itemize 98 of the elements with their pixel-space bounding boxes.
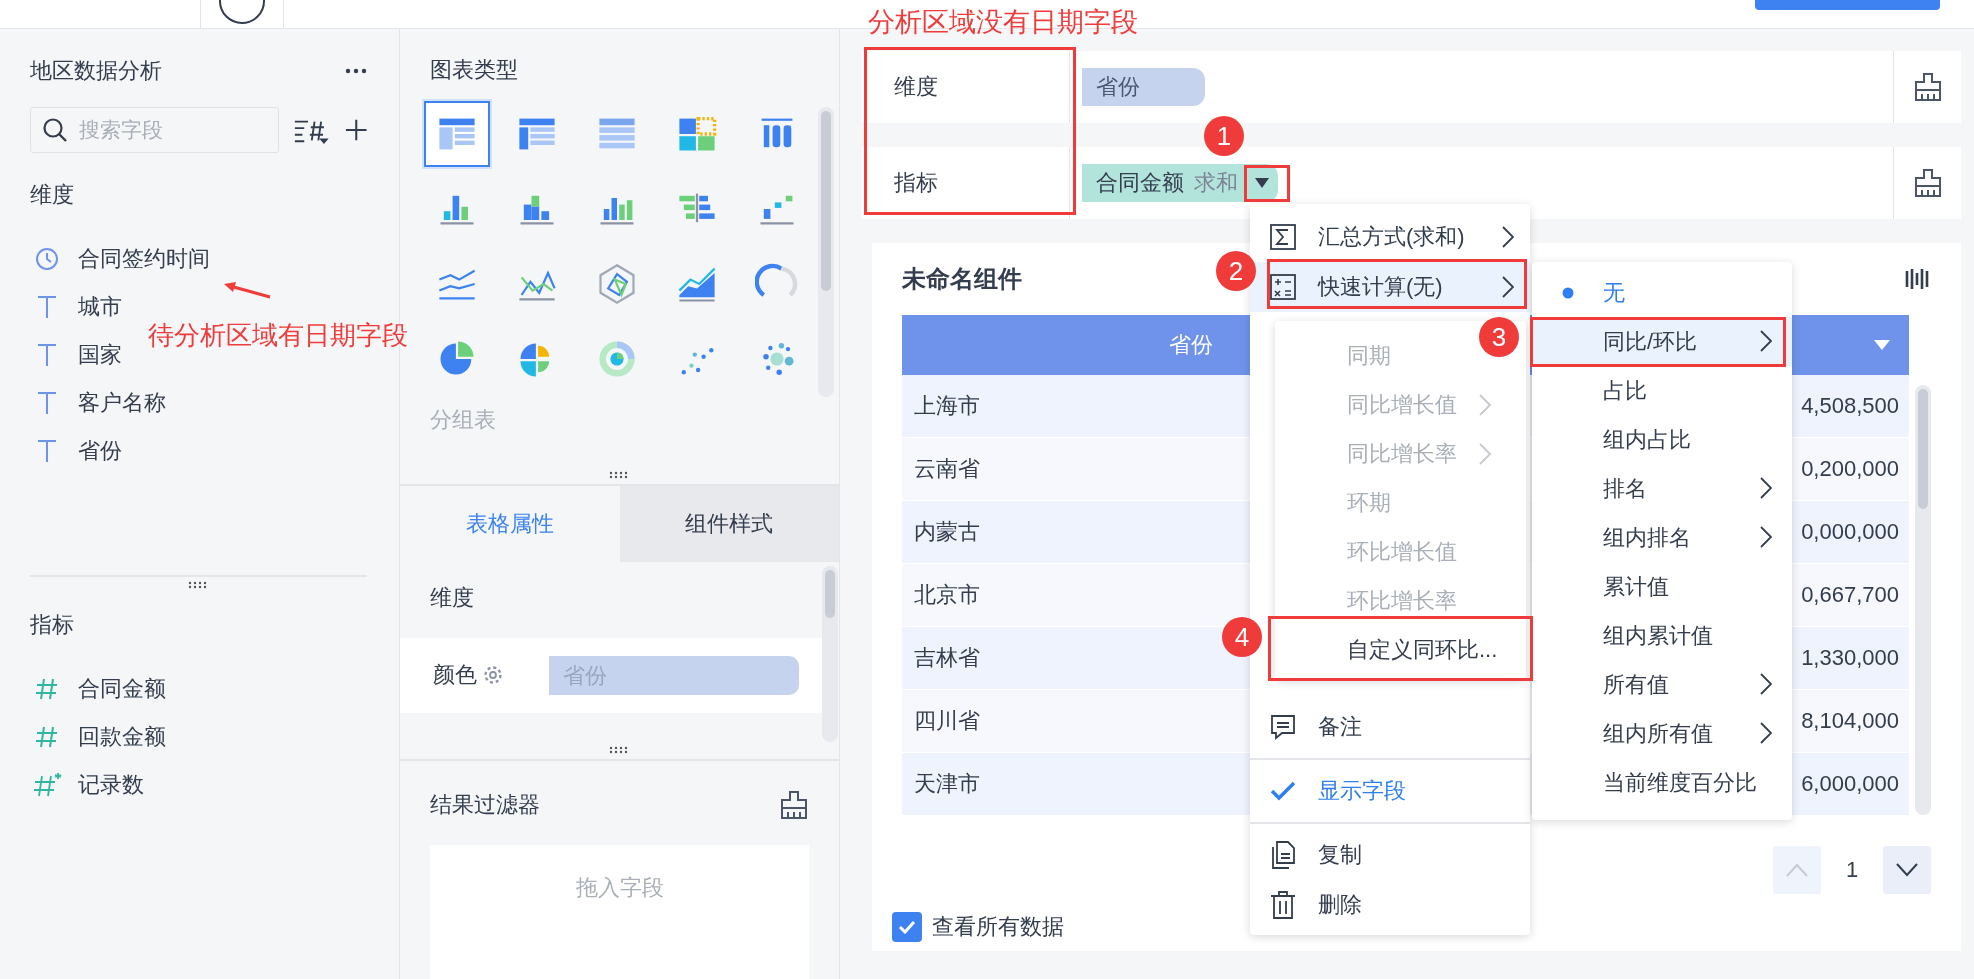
highlight-box	[1244, 165, 1290, 202]
menu-item[interactable]: 排名	[1532, 464, 1792, 513]
table-cell-text: 天津市	[914, 770, 980, 798]
table-cell-text: 上海市	[914, 392, 980, 420]
calculator-icon	[1270, 274, 1296, 300]
chevron-right-icon	[1760, 330, 1772, 352]
brush-icon[interactable]	[779, 790, 809, 820]
field-item[interactable]: 合同签约时间	[78, 244, 210, 274]
checkbox[interactable]	[892, 912, 922, 942]
section-title: 图表类型	[430, 56, 519, 84]
chevron-right-icon	[1502, 226, 1514, 248]
chevron-right-icon	[1479, 442, 1491, 465]
brush-icon[interactable]	[1912, 72, 1943, 102]
menu-item[interactable]: 组内累计值	[1532, 611, 1792, 660]
menu-item[interactable]: 删除	[1250, 880, 1530, 930]
copy-icon	[1270, 841, 1296, 869]
check-icon	[1270, 781, 1296, 801]
table-cell: 8,104,000	[1801, 708, 1899, 734]
menu-item[interactable]: 自定义同环比...	[1347, 625, 1498, 674]
bars-icon[interactable]	[1905, 268, 1931, 290]
page-number: 1	[1844, 857, 1860, 883]
chevron-right-icon	[1479, 393, 1491, 416]
search-icon	[42, 117, 68, 143]
comment-icon	[1270, 714, 1296, 740]
table-cell-text: 吉林省	[914, 644, 980, 672]
chevron-up-icon	[1786, 863, 1808, 877]
tab[interactable]: 组件样式	[619, 486, 839, 562]
chevron-right-icon	[1760, 477, 1772, 499]
search-field[interactable]: 搜索字段	[30, 107, 279, 153]
selected-dot-icon	[1562, 287, 1574, 299]
menu-item[interactable]: 复制	[1250, 830, 1530, 880]
field-pill[interactable]: 合同金额 求和	[1082, 164, 1278, 202]
panel-title: 地区数据分析	[30, 57, 162, 85]
table-cell: 0,667,700	[1801, 582, 1899, 608]
table-cell: 6,000,000	[1801, 771, 1899, 797]
table-cell: 4,508,500	[1801, 393, 1899, 419]
chart-type-hint: 分组表	[430, 406, 497, 434]
next-page-button[interactable]	[1883, 846, 1931, 894]
field-item[interactable]: 省份	[78, 436, 122, 466]
chevron-right-icon	[1502, 276, 1514, 298]
menu-item[interactable]: 当前维度百分比	[1532, 758, 1792, 807]
table-cell-text: 北京市	[914, 581, 980, 609]
chevron-right-icon	[1760, 526, 1772, 548]
menu-item[interactable]: 所有值	[1532, 660, 1792, 709]
scrollbar[interactable]	[1915, 385, 1931, 815]
component-title: 未命名组件	[902, 264, 1022, 294]
field-item[interactable]: 合同金额	[78, 674, 166, 704]
annotation-text: 分析区域没有日期字段	[868, 6, 1138, 39]
section-label: 维度	[30, 181, 75, 209]
field-item[interactable]: 城市	[78, 292, 122, 322]
chart-type-button[interactable]	[424, 101, 490, 167]
table-cell-text: 内蒙古	[914, 518, 980, 546]
menu-item[interactable]: 备注	[1250, 702, 1530, 752]
field-item[interactable]: 记录数	[78, 770, 144, 800]
more-icon[interactable]	[345, 68, 367, 74]
add-icon[interactable]	[344, 118, 367, 142]
menu-item[interactable]: 组内排名	[1532, 513, 1792, 562]
menu-item[interactable]: 快速计算(无)	[1250, 262, 1530, 312]
scrollbar[interactable]	[822, 565, 838, 742]
table-cell: 0,000,000	[1801, 519, 1899, 545]
aggregation-label: 求和	[1194, 169, 1238, 197]
sigma-icon	[1270, 224, 1296, 250]
section-label: 维度	[429, 583, 475, 612]
menu-item[interactable]: 组内占比	[1532, 415, 1792, 464]
field-item[interactable]: 回款金额	[78, 722, 166, 752]
section-label: 指标	[30, 611, 75, 639]
field-item[interactable]: 国家	[78, 340, 122, 370]
property-label: 颜色	[433, 661, 477, 690]
trash-icon	[1270, 891, 1296, 919]
gear-icon[interactable]	[483, 665, 503, 686]
row-label: 指标	[862, 147, 1070, 219]
table-cell: 0,200,000	[1801, 456, 1899, 482]
chevron-right-icon	[1760, 673, 1772, 695]
chevron-down-icon	[1896, 863, 1918, 877]
menu-item[interactable]: 占比	[1532, 366, 1792, 415]
caret-icon[interactable]	[1254, 177, 1270, 189]
menu-item[interactable]: 组内所有值	[1532, 709, 1792, 758]
check-icon	[898, 920, 916, 934]
table-cell-text: 四川省	[914, 707, 980, 735]
drop-placeholder: 拖入字段	[575, 874, 664, 902]
scrollbar[interactable]	[818, 107, 834, 397]
field-name: 合同金额	[1096, 169, 1184, 197]
field-item[interactable]: 客户名称	[78, 388, 166, 418]
table-cell-text: 云南省	[914, 455, 980, 483]
annotation-arrow	[222, 281, 272, 301]
table-cell: 1,330,000	[1801, 645, 1899, 671]
brush-icon[interactable]	[1912, 168, 1943, 198]
chevron-right-icon	[1760, 722, 1772, 744]
menu-item[interactable]: 累计值	[1532, 562, 1792, 611]
annotation-text: 待分析区域有日期字段	[148, 319, 408, 352]
checkbox-label: 查看所有数据	[932, 913, 1064, 941]
field-pill[interactable]: 省份	[1082, 68, 1205, 106]
menu-item[interactable]: 显示字段	[1250, 766, 1530, 816]
dropdown-icon[interactable]	[1873, 339, 1891, 351]
row-label: 维度	[862, 51, 1070, 123]
section-title: 结果过滤器	[430, 791, 540, 819]
menu-item[interactable]: 无	[1532, 268, 1792, 317]
field-name: 省份	[1096, 73, 1140, 101]
